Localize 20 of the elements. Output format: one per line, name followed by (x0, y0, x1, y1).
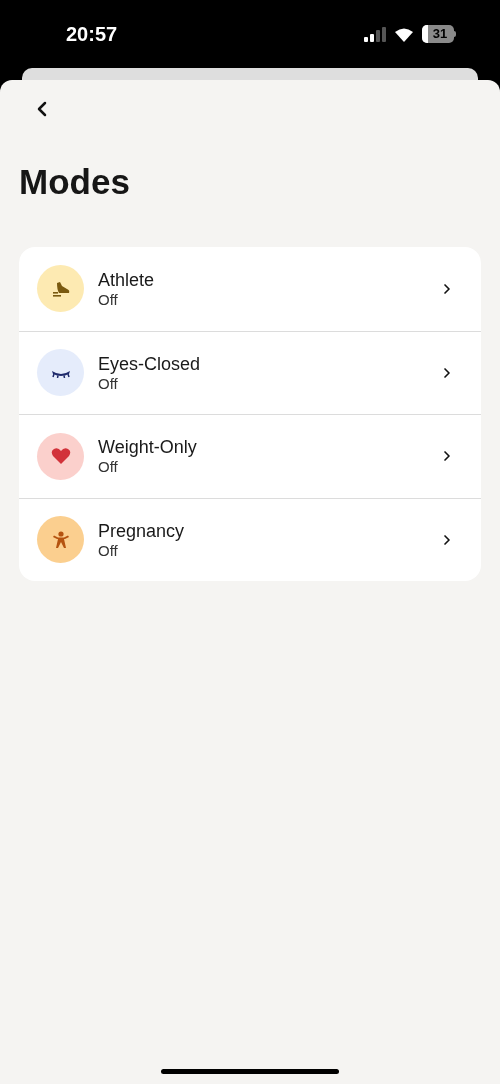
mode-row[interactable]: Athlete Off (19, 247, 481, 331)
page-title: Modes (19, 164, 130, 199)
wifi-icon (394, 26, 414, 42)
mode-status: Off (98, 374, 118, 392)
mode-row[interactable]: Weight-Only Off (19, 414, 481, 498)
signal-icon (364, 26, 386, 42)
mode-name: Eyes-Closed (98, 353, 201, 375)
mode-status: Off (98, 290, 118, 308)
person-icon (50, 529, 71, 550)
shoe-icon (50, 279, 71, 298)
status-time: 20:57 (66, 22, 118, 47)
mode-name: Pregnancy (98, 520, 185, 542)
mode-status: Off (98, 458, 118, 476)
heart-icon (50, 447, 71, 466)
battery-icon: 31 (422, 25, 456, 43)
mode-row[interactable]: Pregnancy Off (19, 497, 481, 581)
mode-name: Weight-Only (98, 437, 197, 459)
mode-row[interactable]: Eyes-Closed Off (19, 330, 481, 414)
mode-name: Athlete (98, 269, 155, 291)
mode-status: Off (98, 541, 118, 559)
